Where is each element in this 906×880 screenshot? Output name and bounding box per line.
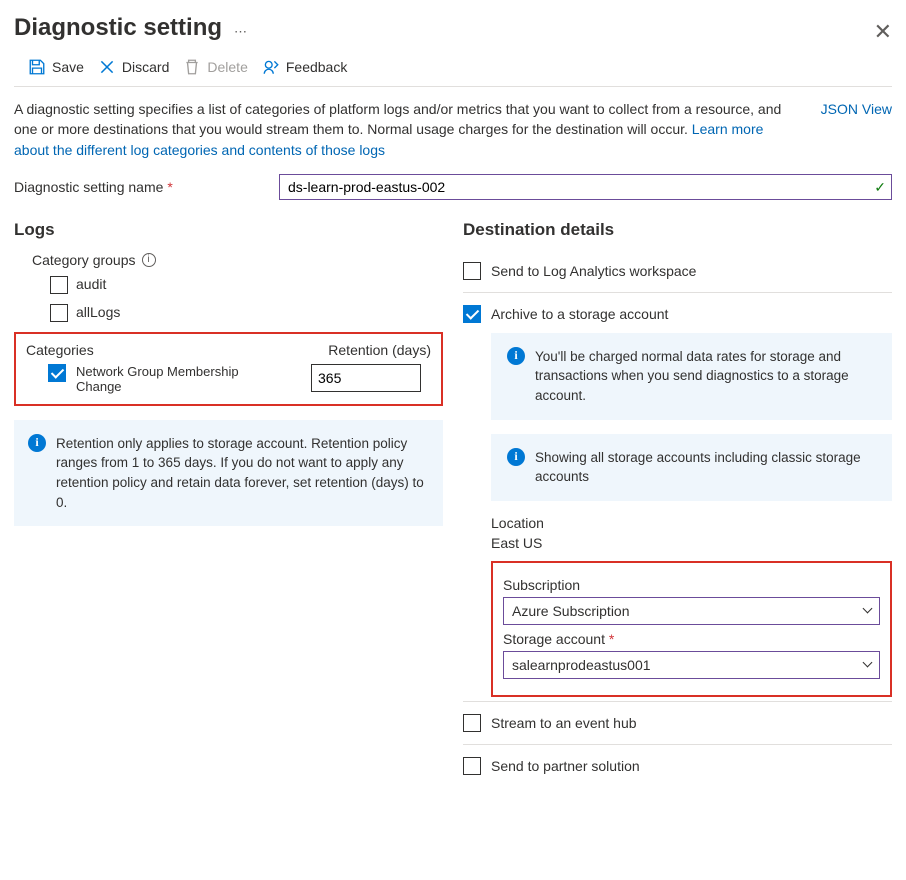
page-title: Diagnostic setting: [14, 14, 222, 42]
subscription-label: Subscription: [503, 577, 880, 593]
chevron-down-icon: [863, 658, 873, 668]
delete-icon: [183, 58, 201, 76]
destination-heading: Destination details: [463, 220, 892, 240]
alllogs-checkbox[interactable]: [50, 304, 68, 322]
partner-checkbox[interactable]: [463, 757, 481, 775]
storage-label: Storage account *: [503, 631, 880, 647]
save-button[interactable]: Save: [28, 58, 84, 76]
setting-name-input[interactable]: [279, 174, 892, 200]
retention-label: Retention (days): [328, 342, 431, 358]
feedback-icon: [262, 58, 280, 76]
dest-partner-row[interactable]: Send to partner solution: [463, 745, 892, 787]
subscription-select[interactable]: Azure Subscription: [503, 597, 880, 625]
category-label: Network Group Membership Change: [76, 364, 256, 394]
audit-checkbox[interactable]: [50, 276, 68, 294]
storage-highlight: Subscription Azure Subscription Storage …: [491, 561, 892, 697]
delete-button: Delete: [183, 58, 247, 76]
feedback-button[interactable]: Feedback: [262, 58, 347, 76]
categories-label: Categories: [26, 342, 94, 358]
dest-eh-row[interactable]: Stream to an event hub: [463, 702, 892, 745]
close-icon[interactable]: ✕: [874, 21, 892, 43]
discard-icon: [98, 58, 116, 76]
dest-la-row[interactable]: Send to Log Analytics workspace: [463, 250, 892, 293]
info-icon: i: [507, 347, 525, 365]
retention-input[interactable]: [311, 364, 421, 392]
valid-icon: ✓: [874, 179, 886, 196]
more-icon[interactable]: ⋯: [234, 24, 248, 40]
audit-row[interactable]: audit: [50, 276, 443, 294]
logs-heading: Logs: [14, 220, 443, 240]
location-label: Location: [491, 515, 892, 531]
classic-note: i Showing all storage accounts including…: [491, 434, 892, 501]
intro-text: A diagnostic setting specifies a list of…: [14, 99, 801, 160]
alllogs-row[interactable]: allLogs: [50, 304, 443, 322]
eh-checkbox[interactable]: [463, 714, 481, 732]
save-icon: [28, 58, 46, 76]
info-icon: i: [28, 434, 46, 452]
dest-sa-row[interactable]: Archive to a storage account: [463, 305, 892, 323]
toolbar: Save Discard Delete Feedback: [14, 52, 892, 87]
chevron-down-icon: [863, 604, 873, 614]
category-checkbox[interactable]: [48, 364, 66, 382]
discard-button[interactable]: Discard: [98, 58, 169, 76]
categories-highlight: Categories Retention (days) Network Grou…: [14, 332, 443, 406]
info-icon[interactable]: i: [142, 253, 156, 267]
la-checkbox[interactable]: [463, 262, 481, 280]
setting-name-label: Diagnostic setting name *: [14, 179, 259, 195]
json-view-link[interactable]: JSON View: [821, 99, 892, 160]
retention-note: i Retention only applies to storage acco…: [14, 420, 443, 526]
location-value: East US: [491, 535, 892, 551]
info-icon: i: [507, 448, 525, 466]
charge-note: i You'll be charged normal data rates fo…: [491, 333, 892, 420]
category-groups-label: Category groups i: [32, 252, 443, 268]
storage-select[interactable]: salearnprodeastus001: [503, 651, 880, 679]
sa-checkbox[interactable]: [463, 305, 481, 323]
